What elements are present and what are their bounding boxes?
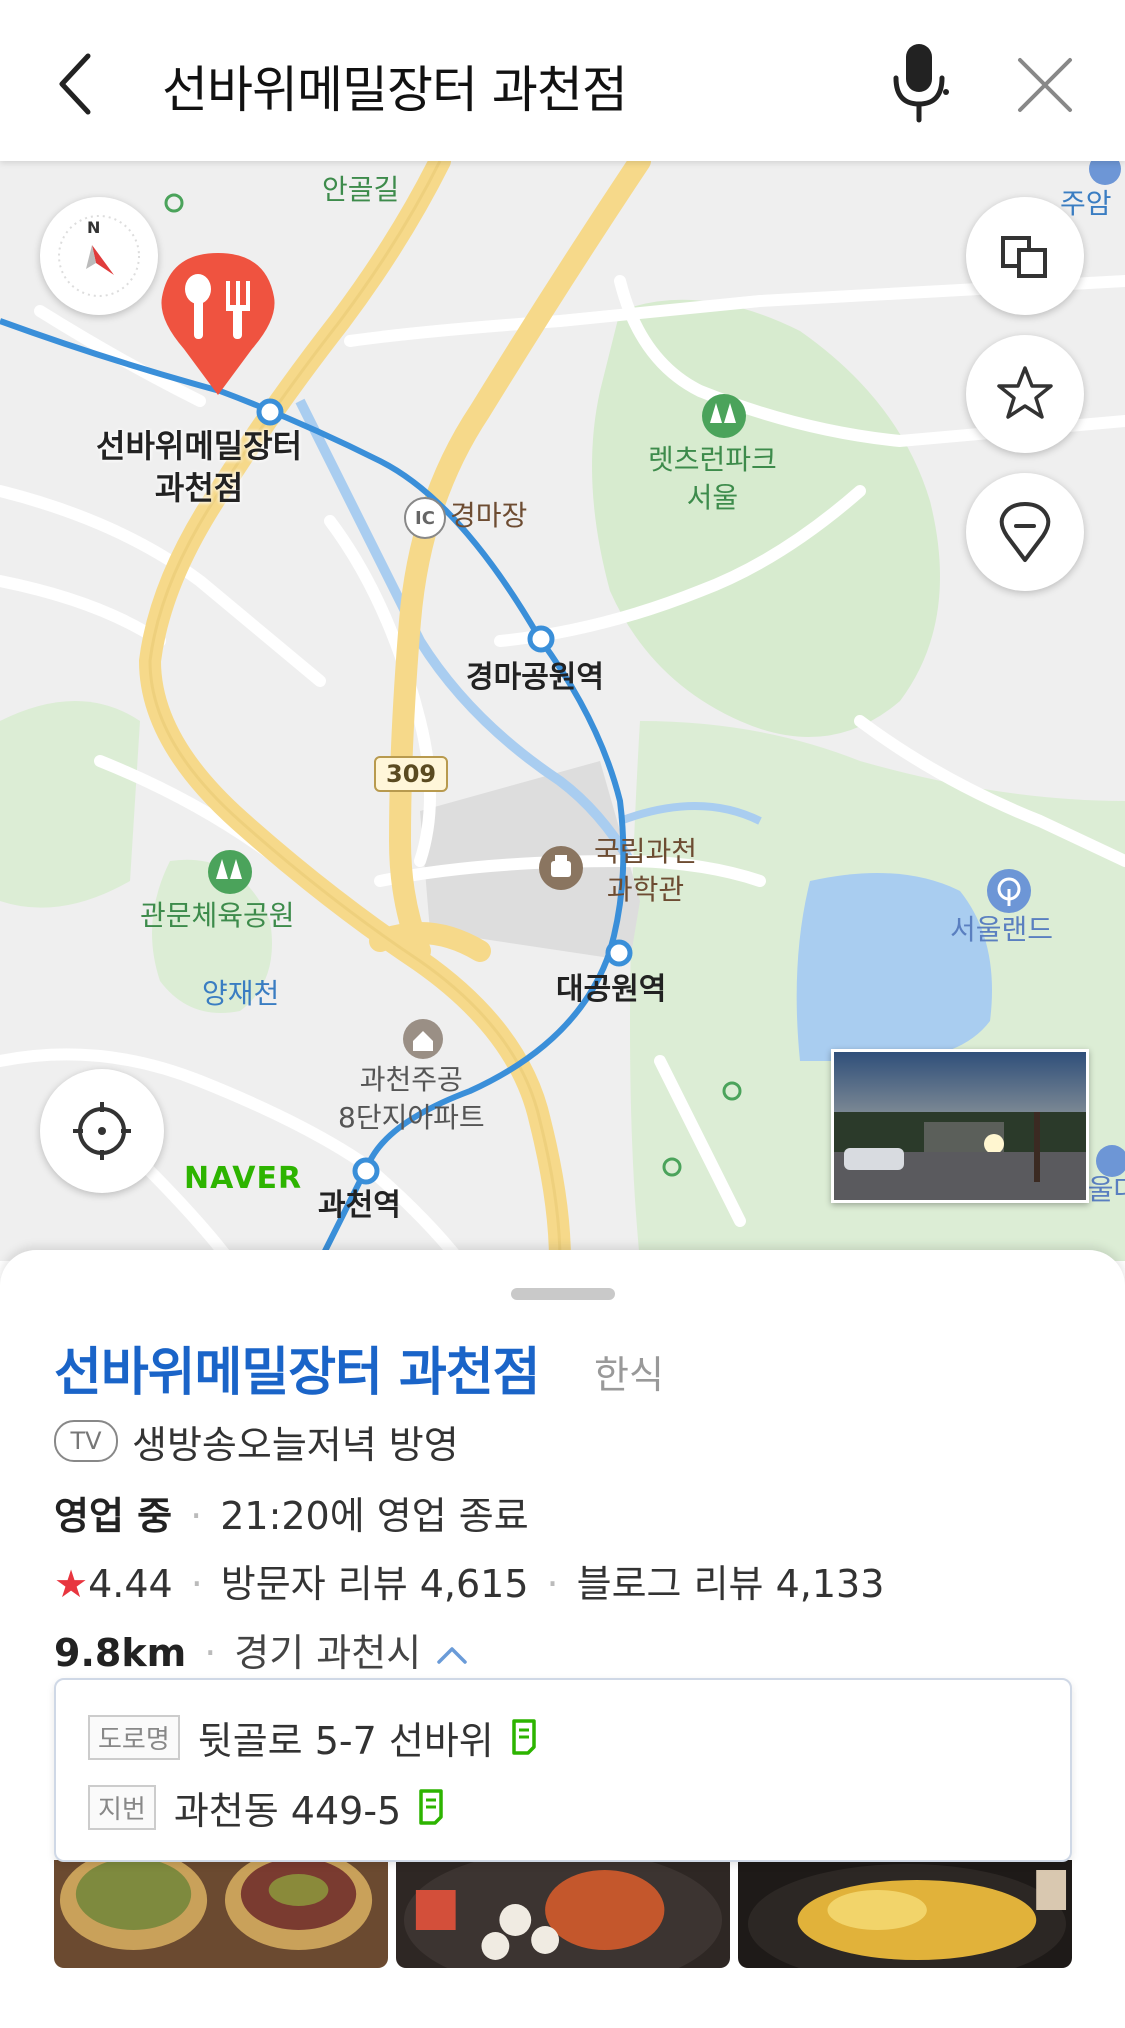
visitor-reviews-link[interactable]: 방문자 리뷰 4,615 (221, 1562, 529, 1606)
address-popup: 도로명 뒷골로 5-7 선바위 지번 과천동 449-5 (54, 1678, 1072, 1862)
hours-row[interactable]: 영업 중 · 21:20에 영업 종료 (54, 1485, 529, 1540)
voice-search-button[interactable] (884, 40, 954, 124)
map-label-gyeongma-station[interactable]: 경마공원역 (466, 659, 604, 697)
place-info-sheet[interactable]: 선바위메밀장터 과천점 한식 TV 생방송오늘저녁 방영 영업 중 · 21:20에… (0, 1250, 1125, 2028)
search-bar: 선바위메밀장터 과천점 (0, 0, 1125, 161)
road-address-tag: 도로명 (88, 1715, 180, 1760)
route-309-badge: 309 (374, 756, 449, 792)
star-icon (997, 366, 1053, 419)
lot-address-row: 지번 과천동 449-5 (88, 1780, 449, 1835)
photo-buckwheat-noodles[interactable] (54, 1860, 388, 1968)
close-icon (1018, 58, 1072, 112)
layers-button[interactable] (966, 197, 1084, 315)
locate-icon (73, 1102, 131, 1160)
search-input[interactable]: 선바위메밀장터 과천점 (162, 50, 628, 122)
photo-pancake[interactable] (738, 1860, 1072, 1968)
road-address-row: 도로명 뒷골로 5-7 선바위 (88, 1710, 542, 1765)
tv-program-text: 생방송오늘저녁 방영 (132, 1422, 459, 1467)
restaurant-pin-icon (161, 253, 275, 395)
separator-dot: · (204, 1631, 217, 1675)
rating-row: ★4.44 · 방문자 리뷰 4,615 · 블로그 리뷰 4,133 (54, 1553, 884, 1608)
separator-dot: · (546, 1562, 559, 1606)
lot-address: 과천동 449-5 (173, 1789, 402, 1833)
layers-icon (1001, 236, 1047, 278)
compass-icon: N (58, 215, 140, 297)
business-status: 영업 중 (54, 1494, 173, 1538)
region: 경기 과천시 (234, 1631, 422, 1675)
save-location-button[interactable] (966, 473, 1084, 591)
copy-icon[interactable] (417, 1787, 449, 1829)
photo-strip[interactable] (54, 1860, 1072, 1968)
street-view-image (834, 1052, 1086, 1200)
copy-icon[interactable] (510, 1717, 542, 1759)
ic-badge: IC (404, 497, 446, 539)
selected-place-pin[interactable] (158, 249, 278, 399)
separator-dot: · (190, 1562, 203, 1606)
compass-button[interactable]: N (40, 197, 158, 315)
current-location-button[interactable] (40, 1069, 164, 1193)
tv-info-row: TV 생방송오늘저녁 방영 (54, 1416, 459, 1467)
business-hours: 21:20에 영업 종료 (220, 1494, 529, 1538)
svg-text:N: N (87, 218, 100, 237)
map-label-angolgil: 안골길 (322, 173, 400, 206)
map-label-gwacheon-station[interactable]: 과천역 (318, 1187, 401, 1225)
map-label-seoul-land[interactable]: 서울랜드 (950, 911, 1053, 949)
place-name[interactable]: 선바위메밀장터 과천점 (54, 1330, 541, 1405)
distance-row[interactable]: 9.8km · 경기 과천시 (54, 1622, 469, 1677)
naver-logo: NAVER (184, 1161, 303, 1196)
microphone-icon (893, 44, 949, 123)
pin-icon (999, 502, 1051, 562)
clear-search-button[interactable] (1010, 50, 1080, 120)
distance: 9.8km (54, 1631, 187, 1675)
back-button[interactable] (48, 44, 108, 124)
tv-badge: TV (54, 1420, 118, 1462)
map-label-gyeongmajang: 경마장 (450, 499, 528, 532)
map-label-gwanmun-park[interactable]: 관문체육공원 (140, 897, 295, 935)
favorite-button[interactable] (966, 335, 1084, 453)
drag-handle[interactable] (511, 1288, 615, 1300)
separator-dot: · (190, 1494, 203, 1538)
rating-value: 4.44 (88, 1562, 173, 1606)
photo-hotpot[interactable] (396, 1860, 730, 1968)
street-view-thumbnail[interactable] (831, 1049, 1089, 1203)
selected-place-label[interactable]: 선바위메밀장터 과천점 (96, 425, 302, 509)
chevron-up-icon[interactable] (435, 1631, 469, 1675)
blog-reviews-link[interactable]: 블로그 리뷰 4,133 (577, 1562, 885, 1606)
park-icon-1 (702, 394, 746, 438)
star-icon: ★ (54, 1562, 89, 1606)
chevron-left-icon (59, 53, 91, 115)
map-label-lets-run-park[interactable]: 렛츠런파크 서울 (648, 441, 777, 517)
lot-address-tag: 지번 (88, 1785, 156, 1830)
place-category: 한식 (594, 1353, 664, 1397)
road-address: 뒷골로 5-7 선바위 (197, 1719, 494, 1763)
map-label-apartment[interactable]: 과천주공 8단지아파트 (338, 1061, 485, 1137)
map-view[interactable]: 안골길 주암 렛츠런파크 서울 IC 경마장 경마공원역 309 국립과천 과학… (0, 161, 1125, 1261)
map-label-daegongwon-station[interactable]: 대공원역 (556, 971, 666, 1009)
map-label-yangjaecheon: 양재천 (202, 977, 280, 1010)
map-label-science-museum[interactable]: 국립과천 과학관 (594, 833, 697, 909)
